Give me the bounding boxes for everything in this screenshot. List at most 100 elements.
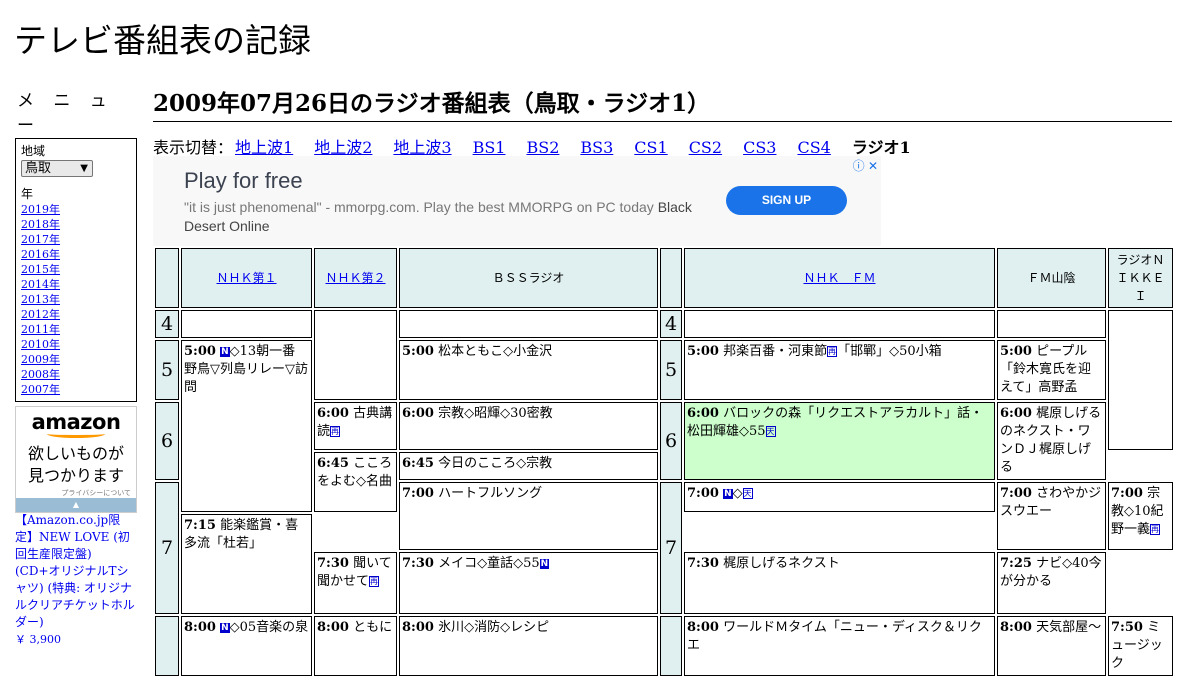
hour-label: 5 [155,340,179,400]
rerun-icon: 再 [827,346,838,357]
program-cell: 6:00 梶原しげるのネクスト・ワンＤＪ梶原しげる [997,402,1106,480]
channel-header[interactable]: ＮＨＫ第２ [314,248,397,308]
switch-link[interactable]: 地上波1 [235,138,293,157]
program-cell: 5:00 N◇13朝一番 野鳥▽列島リレー▽訪問 [181,340,312,512]
program-cell: 7:25 ナビ◇40今が分かる [997,552,1106,614]
program-cell: 7:00 N◇天 [684,482,995,512]
switch-link[interactable]: CS1 [634,138,667,157]
year-link[interactable]: 2011年 [21,322,131,337]
switch-link[interactable]: BS3 [580,138,613,157]
program-cell: 5:00 ピープル「鈴木寛氏を迎えて」高野孟 [997,340,1106,400]
year-link[interactable]: 2013年 [21,292,131,307]
channel-header: ＦＭ山陰 [997,248,1106,308]
corner-cell [660,248,682,308]
news-icon: N [723,489,733,499]
privacy-link[interactable]: プライバシーについて [16,488,136,498]
menu-heading: メ ニ ュ ー [17,91,114,136]
ad-close-icon[interactable]: ⓘ ✕ [853,157,878,174]
program-cell: 6:45 今日のこころ◇宗教 [399,452,658,480]
switch-link[interactable]: 地上波3 [393,138,451,157]
hour-label: 7 [660,482,682,614]
year-link[interactable]: 2012年 [21,307,131,322]
region-value: 鳥取 [25,161,52,176]
year-link[interactable]: 2019年 [21,202,131,217]
channel-header[interactable]: ＮＨＫ ＦＭ [684,248,995,308]
program-cell [399,310,658,338]
year-link[interactable]: 2008年 [21,367,131,382]
program-cell: 6:00 バロックの森「リクエストアラカルト」話・松田輝雄◇55天 [684,402,995,480]
program-cell [1108,310,1173,450]
program-cell [684,310,995,338]
program-cell: 8:00 ともに [314,616,397,676]
program-cell: 8:00 N◇05音楽の泉 [181,616,312,676]
program-cell: 6:00 宗教◇昭輝◇30密教 [399,402,658,450]
banner-ad[interactable]: Play for free "it is just phenomenal" - … [153,156,881,246]
corner-cell [155,248,179,308]
amazon-logo: amazon [31,410,121,434]
ad-scroll-bar[interactable]: ▲ [16,498,136,512]
channel-header: ラジオＮＩＫＫＥＩ [1108,248,1173,308]
program-cell [997,310,1106,338]
year-link[interactable]: 2018年 [21,217,131,232]
switch-link[interactable]: CS4 [797,138,830,157]
year-link[interactable]: 2015年 [21,262,131,277]
program-cell: 5:00 邦楽百番・河東節再「邯鄲」◇50小箱 [684,340,995,400]
hour-label: 6 [155,402,179,480]
amazon-ad[interactable]: amazon 欲しいものが 見つかります プライバシーについて ▲ [15,406,137,513]
program-cell: 6:00 古典講読再 [314,402,397,450]
program-cell: 7:50 ミュージック [1108,616,1173,676]
year-link[interactable]: 2017年 [21,232,131,247]
view-switcher: 表示切替： 地上波1 地上波2 地上波3 BS1 BS2 BS3 CS1 CS2 CS3 CS4 ラジ… [153,134,911,158]
switch-link[interactable]: BS2 [526,138,559,157]
program-cell: 6:45 こころをよむ◇名曲 [314,452,397,512]
switch-link[interactable]: BS1 [473,138,506,157]
news-icon: N [220,347,230,357]
channel-header[interactable]: ＮＨＫ第１ [181,248,312,308]
year-link[interactable]: 2010年 [21,337,131,352]
amazon-product[interactable]: 【Amazon.co.jp限定】NEW LOVE (初回生産限定盤) (CD+オ… [15,512,137,648]
weather-icon: 天 [765,426,776,437]
year-link[interactable]: 2009年 [21,352,131,367]
sidebar: メ ニ ュ ー 地域 鳥取 ▼ 年 2019年 2018年 2017年 2016年… [15,86,137,402]
program-cell [314,310,397,400]
rerun-icon: 再 [1150,524,1161,535]
program-cell: 7:30 梶原しげるネクスト [684,552,995,614]
year-label: 年 [21,187,34,201]
ad-body: "it is just phenomenal" - mmorpg.com. Pl… [184,199,692,234]
product-price: ￥ 3,900 [15,633,61,646]
product-title[interactable]: 【Amazon.co.jp限定】NEW LOVE (初回生産限定盤) (CD+オ… [15,513,135,629]
hour-label: 6 [660,402,682,480]
weather-icon: 天 [742,488,753,499]
region-select[interactable]: 鳥取 ▼ [21,160,93,177]
year-link[interactable]: 2016年 [21,247,131,262]
site-title: テレビ番組表の記録 [14,21,311,60]
program-cell: 8:00 ワールドＭタイム「ニュー・ディスク＆リクエ [684,616,995,676]
menu-box: 地域 鳥取 ▼ 年 2019年 2018年 2017年 2016年 2015年 2… [15,138,137,402]
program-cell: 7:30 聞いて聞かせて再 [314,552,397,614]
sign-up-button[interactable]: SIGN UP [726,186,847,215]
program-cell: 8:00 氷川◇消防◇レシピ [399,616,658,676]
switch-current: ラジオ1 [851,138,911,157]
program-cell: 7:00 さわやかジスウエー [997,482,1106,550]
year-link[interactable]: 2014年 [21,277,131,292]
hour-label: 4 [660,310,682,338]
switch-link[interactable]: 地上波2 [314,138,372,157]
switch-link[interactable]: CS2 [689,138,722,157]
hour-label: 4 [155,310,179,338]
year-link[interactable]: 2007年 [21,382,131,397]
rerun-icon: 再 [369,576,380,587]
program-cell: 7:00 宗教◇10紀野一義再 [1108,482,1173,550]
program-grid: ＮＨＫ第１ ＮＨＫ第２ ＢＳＳラジオ ＮＨＫ ＦＭ ＦＭ山陰 ラジオＮＩＫＫＥＩ… [153,246,1173,676]
program-cell: 7:00 ハートフルソング [399,482,658,550]
program-cell: 5:00 松本ともこ◇小金沢 [399,340,658,400]
region-label: 地域 [21,144,46,158]
news-icon: N [539,559,550,569]
hour-label: 7 [155,482,179,614]
switch-link[interactable]: CS3 [743,138,776,157]
program-cell: 8:00 天気部屋～ [997,616,1106,676]
channel-header: ＢＳＳラジオ [399,248,658,308]
chevron-down-icon: ▼ [80,163,88,174]
program-cell: 7:30 メイコ◇童話◇55N [399,552,658,614]
program-cell: 7:15 能楽鑑賞・喜多流「杜若」 [181,514,312,614]
switcher-label: 表示切替： [153,138,234,157]
